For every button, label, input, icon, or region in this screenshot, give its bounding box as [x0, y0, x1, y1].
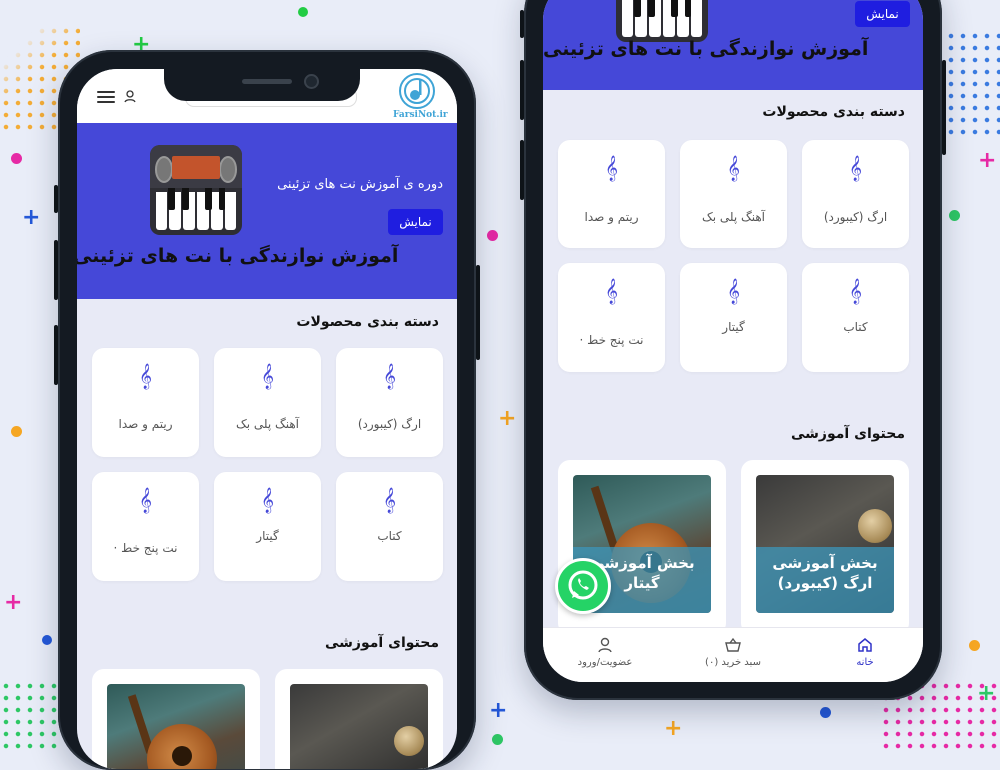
category-card-playback[interactable]: 𝄞 آهنگ پلی بک [680, 140, 787, 248]
hero-banner: نمایش آموزش نوازندگی با نت های تزئینی [543, 0, 923, 90]
phone-notch [164, 69, 360, 101]
treble-clef-icon: 𝄞 [260, 488, 274, 513]
logo-text: FarsiNot.ir [393, 110, 448, 120]
treble-clef-icon: 𝄞 [382, 488, 396, 513]
show-button[interactable]: نمایش [855, 1, 910, 27]
treble-clef-icon: 𝄞 [382, 364, 396, 389]
decor-plus: + [489, 698, 508, 723]
side-button [54, 240, 58, 300]
decor-dot [298, 7, 308, 17]
education-title: محتوای آموزشی [325, 635, 439, 651]
side-button [476, 265, 480, 360]
category-card-organ[interactable]: 𝄞 ارگ (کیبورد) [336, 348, 443, 457]
nav-account[interactable]: عضویت/ورود [567, 636, 643, 668]
treble-clef-icon: 𝄞 [848, 279, 862, 304]
user-icon [598, 637, 612, 653]
treble-clef-icon: 𝄞 [260, 364, 274, 389]
decor-dot [487, 230, 498, 241]
keyboard-caption: بخش آموزشی ارگ (کیبورد) [756, 547, 894, 613]
decor-dot [492, 734, 503, 745]
nav-home[interactable]: خانه [845, 636, 885, 668]
category-card-sheet[interactable]: 𝄞 نت پنج خط · [558, 263, 665, 372]
side-button [520, 10, 524, 38]
blue-dot-pattern [945, 30, 1000, 140]
decor-dot [820, 707, 831, 718]
education-card-keyboard[interactable] [275, 669, 443, 769]
category-card-rhythm[interactable]: 𝄞 ریتم و صدا [92, 348, 199, 457]
decor-dot [11, 426, 22, 437]
treble-clef-icon: 𝄞 [726, 156, 740, 181]
decor-plus: + [977, 681, 996, 706]
decor-plus: + [4, 590, 23, 615]
category-card-rhythm[interactable]: 𝄞 ریتم و صدا [558, 140, 665, 248]
treble-clef-icon: 𝄞 [604, 156, 618, 181]
basket-icon [725, 637, 741, 652]
education-title: محتوای آموزشی [791, 426, 905, 442]
category-card-book[interactable]: 𝄞 کتاب [336, 472, 443, 581]
education-card-guitar[interactable] [92, 669, 260, 769]
treble-clef-icon: 𝄞 [138, 488, 152, 513]
hero-title: آموزش نوازندگی با نت های تزئینی [543, 38, 869, 60]
user-icon[interactable] [123, 89, 137, 103]
treble-clef-icon: 𝄞 [726, 279, 740, 304]
treble-clef-icon: 𝄞 [138, 364, 152, 389]
decor-dot [42, 635, 52, 645]
categories-title: دسته بندی محصولات [296, 314, 439, 330]
nav-cart[interactable]: سبد خرید (۰) [693, 636, 773, 668]
whatsapp-icon [568, 570, 598, 600]
category-card-sheet[interactable]: 𝄞 نت پنج خط · [92, 472, 199, 581]
keyboard-image [290, 684, 428, 769]
guitar-image [107, 684, 245, 769]
green-dot-pattern [0, 680, 60, 750]
category-card-playback[interactable]: 𝄞 آهنگ پلی بک [214, 348, 321, 457]
side-button [54, 185, 58, 213]
left-screen: FarsiNot.ir دوره ی آموزش نت های تزئینی ن… [77, 69, 457, 769]
decor-plus: + [22, 205, 41, 230]
decor-dot [949, 210, 960, 221]
category-card-guitar[interactable]: 𝄞 گیتار [214, 472, 321, 581]
hamburger-menu-icon[interactable] [97, 91, 115, 103]
home-icon [858, 638, 872, 652]
decor-plus: + [498, 406, 517, 431]
decor-dot [11, 153, 22, 164]
category-card-guitar[interactable]: 𝄞 گیتار [680, 263, 787, 372]
treble-clef-icon: 𝄞 [848, 156, 862, 181]
keyboard-image: بخش آموزشی ارگ (کیبورد) [756, 475, 894, 613]
decor-dot [969, 640, 980, 651]
hero-subtitle: دوره ی آموزش نت های تزئینی [277, 177, 443, 192]
treble-clef-icon: 𝄞 [604, 279, 618, 304]
category-card-book[interactable]: 𝄞 کتاب [802, 263, 909, 372]
education-card-keyboard[interactable]: بخش آموزشی ارگ (کیبورد) [741, 460, 909, 635]
whatsapp-button[interactable] [555, 558, 611, 614]
side-button [942, 60, 946, 155]
decor-plus: + [978, 148, 997, 173]
left-phone: FarsiNot.ir دوره ی آموزش نت های تزئینی ن… [54, 50, 480, 770]
piano-app-icon [150, 145, 242, 235]
side-button [54, 325, 58, 385]
hero-title: آموزش نوازندگی با نت های تزئینی [77, 245, 399, 267]
decor-plus: + [664, 716, 683, 741]
farsinot-logo-icon [399, 73, 435, 109]
bottom-navigation: خانه سبد خرید (۰) عضویت/ورود [543, 627, 923, 682]
category-card-organ[interactable]: 𝄞 ارگ (کیبورد) [802, 140, 909, 248]
side-button [520, 140, 524, 200]
hero-banner: دوره ی آموزش نت های تزئینی نمایش آموزش ن… [77, 123, 457, 299]
piano-app-icon [616, 0, 708, 42]
show-button[interactable]: نمایش [388, 209, 443, 235]
categories-title: دسته بندی محصولات [762, 104, 905, 120]
side-button [520, 60, 524, 120]
